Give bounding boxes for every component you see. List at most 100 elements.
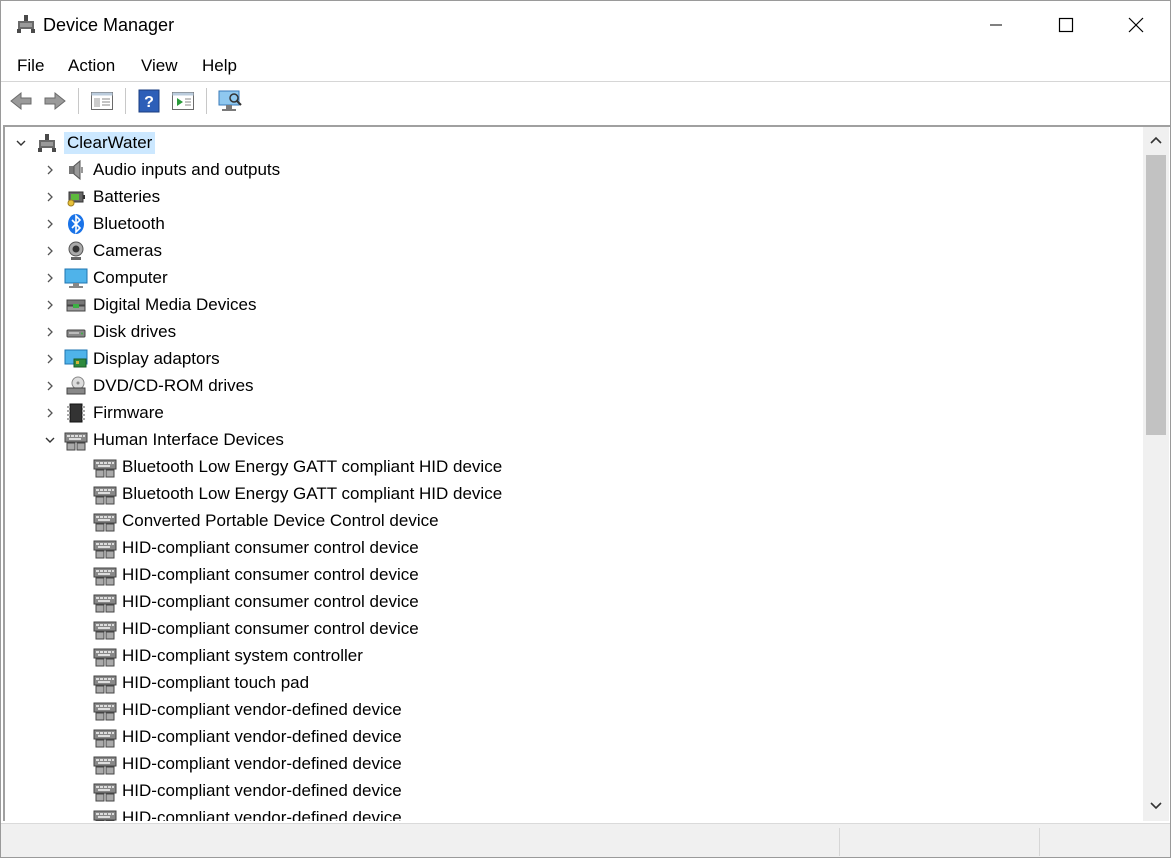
hid-device-label: Bluetooth Low Energy GATT compliant HID … bbox=[122, 456, 503, 476]
update-driver-button[interactable] bbox=[170, 88, 196, 114]
webcam-icon bbox=[64, 239, 88, 263]
hid-device-item[interactable]: HID-compliant vendor-defined device bbox=[93, 777, 402, 804]
tree-root[interactable]: ClearWater bbox=[13, 129, 156, 156]
tree-category-expanded[interactable]: Human Interface Devices bbox=[42, 426, 284, 453]
svg-text:?: ? bbox=[144, 94, 154, 111]
media-device-icon bbox=[64, 293, 88, 317]
status-pane bbox=[839, 828, 1040, 856]
hid-device-icon bbox=[93, 509, 117, 533]
category-label: Cameras bbox=[93, 240, 162, 260]
firmware-chip-icon bbox=[64, 401, 88, 425]
category-label: Digital Media Devices bbox=[93, 294, 257, 314]
chevron-down-icon[interactable] bbox=[13, 135, 29, 151]
chevron-right-icon[interactable] bbox=[42, 216, 58, 232]
tree-category[interactable]: Audio inputs and outputs bbox=[42, 156, 280, 183]
hid-device-icon bbox=[93, 752, 117, 776]
device-tree: ClearWater Audio inputs and outputs Batt… bbox=[5, 127, 1143, 821]
menu-action[interactable]: Action bbox=[68, 55, 115, 77]
hid-device-label: HID-compliant vendor-defined device bbox=[122, 699, 402, 719]
hid-device-icon bbox=[93, 563, 117, 587]
category-label: Bluetooth bbox=[93, 213, 165, 233]
hid-device-item[interactable]: Bluetooth Low Energy GATT compliant HID … bbox=[93, 480, 502, 507]
hid-device-icon bbox=[93, 617, 117, 641]
hid-device-label: HID-compliant vendor-defined device bbox=[122, 726, 402, 746]
vertical-scrollbar[interactable] bbox=[1143, 127, 1169, 821]
computer-root-icon bbox=[35, 131, 59, 155]
hid-device-label: HID-compliant consumer control device bbox=[122, 564, 419, 584]
tree-category[interactable]: Firmware bbox=[42, 399, 164, 426]
hid-device-icon bbox=[93, 698, 117, 722]
category-label: DVD/CD-ROM drives bbox=[93, 375, 254, 395]
hid-device-item[interactable]: HID-compliant consumer control device bbox=[93, 561, 419, 588]
window-title: Device Manager bbox=[43, 15, 175, 35]
tree-category[interactable]: Cameras bbox=[42, 237, 162, 264]
close-button[interactable] bbox=[1101, 1, 1170, 48]
tree-category[interactable]: Computer bbox=[42, 264, 168, 291]
tree-root-label: ClearWater bbox=[64, 131, 156, 154]
hid-device-item[interactable]: Bluetooth Low Energy GATT compliant HID … bbox=[93, 453, 502, 480]
menu-help[interactable]: Help bbox=[202, 55, 237, 77]
back-button[interactable] bbox=[8, 88, 34, 114]
hid-device-label: HID-compliant touch pad bbox=[122, 672, 310, 692]
hid-device-icon bbox=[93, 779, 117, 803]
hid-device-item[interactable]: Converted Portable Device Control device bbox=[93, 507, 439, 534]
toolbar-separator bbox=[78, 88, 79, 114]
title-bar: Device Manager bbox=[1, 1, 1170, 48]
properties-button[interactable] bbox=[89, 88, 115, 114]
help-button[interactable]: ? bbox=[136, 88, 162, 114]
maximize-button[interactable] bbox=[1031, 1, 1101, 48]
tree-category[interactable]: Display adaptors bbox=[42, 345, 220, 372]
chevron-right-icon[interactable] bbox=[42, 378, 58, 394]
tree-category[interactable]: DVD/CD-ROM drives bbox=[42, 372, 254, 399]
tree-category[interactable]: Digital Media Devices bbox=[42, 291, 256, 318]
scrollbar-thumb[interactable] bbox=[1146, 155, 1166, 435]
chevron-down-icon bbox=[1150, 802, 1162, 810]
scroll-up-button[interactable] bbox=[1143, 129, 1169, 151]
scan-hardware-icon bbox=[218, 90, 242, 111]
hid-icon bbox=[64, 428, 88, 452]
back-arrow-icon bbox=[10, 91, 32, 111]
chevron-right-icon[interactable] bbox=[42, 297, 58, 313]
tree-category[interactable]: Disk drives bbox=[42, 318, 176, 345]
hid-device-icon bbox=[93, 806, 117, 821]
chevron-right-icon[interactable] bbox=[42, 405, 58, 421]
hid-device-icon bbox=[93, 725, 117, 749]
scroll-down-button[interactable] bbox=[1143, 795, 1169, 817]
hid-device-label: Bluetooth Low Energy GATT compliant HID … bbox=[122, 483, 503, 503]
hid-device-item[interactable]: HID-compliant vendor-defined device bbox=[93, 723, 402, 750]
minimize-button[interactable] bbox=[961, 1, 1031, 48]
hid-device-item[interactable]: HID-compliant consumer control device bbox=[93, 534, 419, 561]
chevron-right-icon[interactable] bbox=[42, 351, 58, 367]
hid-device-label: HID-compliant vendor-defined device bbox=[122, 780, 402, 800]
hid-device-item[interactable]: HID-compliant vendor-defined device bbox=[93, 804, 402, 821]
chevron-right-icon[interactable] bbox=[42, 243, 58, 259]
dvd-drive-icon bbox=[64, 374, 88, 398]
chevron-right-icon[interactable] bbox=[42, 324, 58, 340]
chevron-right-icon[interactable] bbox=[42, 189, 58, 205]
category-label: Firmware bbox=[93, 402, 164, 422]
hid-device-label: HID-compliant vendor-defined device bbox=[122, 807, 402, 822]
hid-device-item[interactable]: HID-compliant system controller bbox=[93, 642, 363, 669]
hid-device-item[interactable]: HID-compliant touch pad bbox=[93, 669, 309, 696]
scan-hardware-button[interactable] bbox=[217, 88, 243, 114]
hid-device-item[interactable]: HID-compliant consumer control device bbox=[93, 588, 419, 615]
tree-category[interactable]: Bluetooth bbox=[42, 210, 165, 237]
hid-device-icon bbox=[93, 455, 117, 479]
hid-device-item[interactable]: HID-compliant vendor-defined device bbox=[93, 750, 402, 777]
status-pane bbox=[1039, 828, 1170, 856]
tree-category[interactable]: Batteries bbox=[42, 183, 160, 210]
display-adapter-icon bbox=[64, 347, 88, 371]
category-label: Audio inputs and outputs bbox=[93, 159, 281, 179]
hid-device-item[interactable]: HID-compliant vendor-defined device bbox=[93, 696, 402, 723]
menu-file[interactable]: File bbox=[17, 55, 44, 77]
category-label: Human Interface Devices bbox=[93, 429, 284, 449]
chevron-right-icon[interactable] bbox=[42, 162, 58, 178]
help-icon: ? bbox=[138, 89, 160, 113]
menu-view[interactable]: View bbox=[141, 55, 178, 77]
chevron-right-icon[interactable] bbox=[42, 270, 58, 286]
toolbar-separator bbox=[206, 88, 207, 114]
chevron-down-icon[interactable] bbox=[42, 432, 58, 448]
forward-button[interactable] bbox=[42, 88, 68, 114]
hid-device-label: HID-compliant system controller bbox=[122, 645, 363, 665]
hid-device-item[interactable]: HID-compliant consumer control device bbox=[93, 615, 419, 642]
